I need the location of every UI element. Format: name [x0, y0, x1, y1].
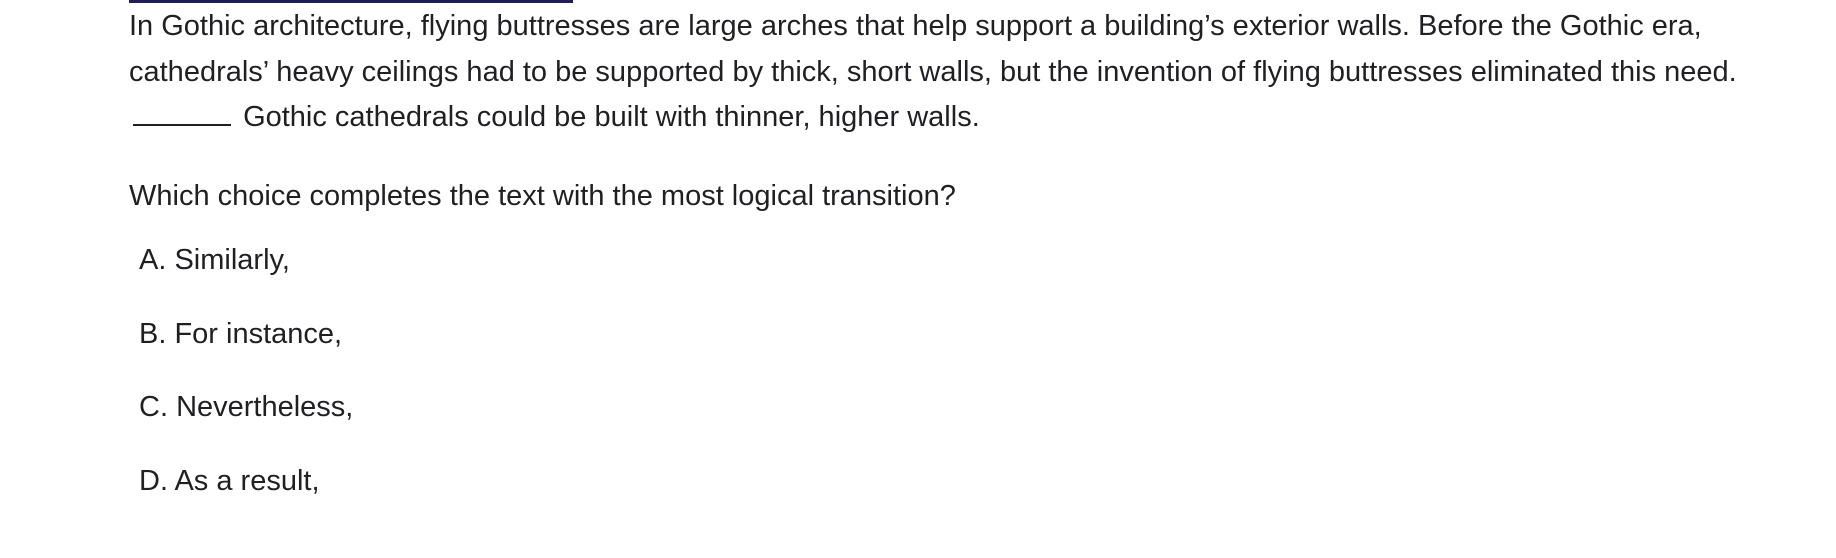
answer-choices: A. Similarly, B. For instance, C. Nevert… — [139, 241, 353, 535]
answer-blank — [133, 100, 231, 126]
choice-label: D. — [139, 464, 168, 497]
choice-label: C. — [139, 391, 168, 423]
passage-after-blank: Gothic cathedrals could be built with th… — [243, 101, 980, 133]
choice-d[interactable]: D. As a result, — [139, 462, 353, 500]
choice-c[interactable]: C. Nevertheless, — [139, 388, 353, 426]
choice-b[interactable]: B. For instance, — [139, 315, 353, 353]
passage-text: In Gothic architecture, flying buttresse… — [129, 4, 1769, 141]
passage-before-blank: In Gothic architecture, flying buttresse… — [129, 10, 1737, 88]
choice-label: A. — [139, 244, 167, 276]
choice-text: Nevertheless, — [176, 391, 354, 423]
choice-label: B. — [139, 317, 167, 350]
choice-text: As a result, — [174, 464, 320, 497]
choice-text: For instance, — [174, 317, 343, 350]
top-divider — [129, 0, 573, 3]
choice-a[interactable]: A. Similarly, — [139, 241, 353, 279]
choice-text: Similarly, — [174, 244, 290, 276]
question-prompt: Which choice completes the text with the… — [129, 180, 956, 212]
